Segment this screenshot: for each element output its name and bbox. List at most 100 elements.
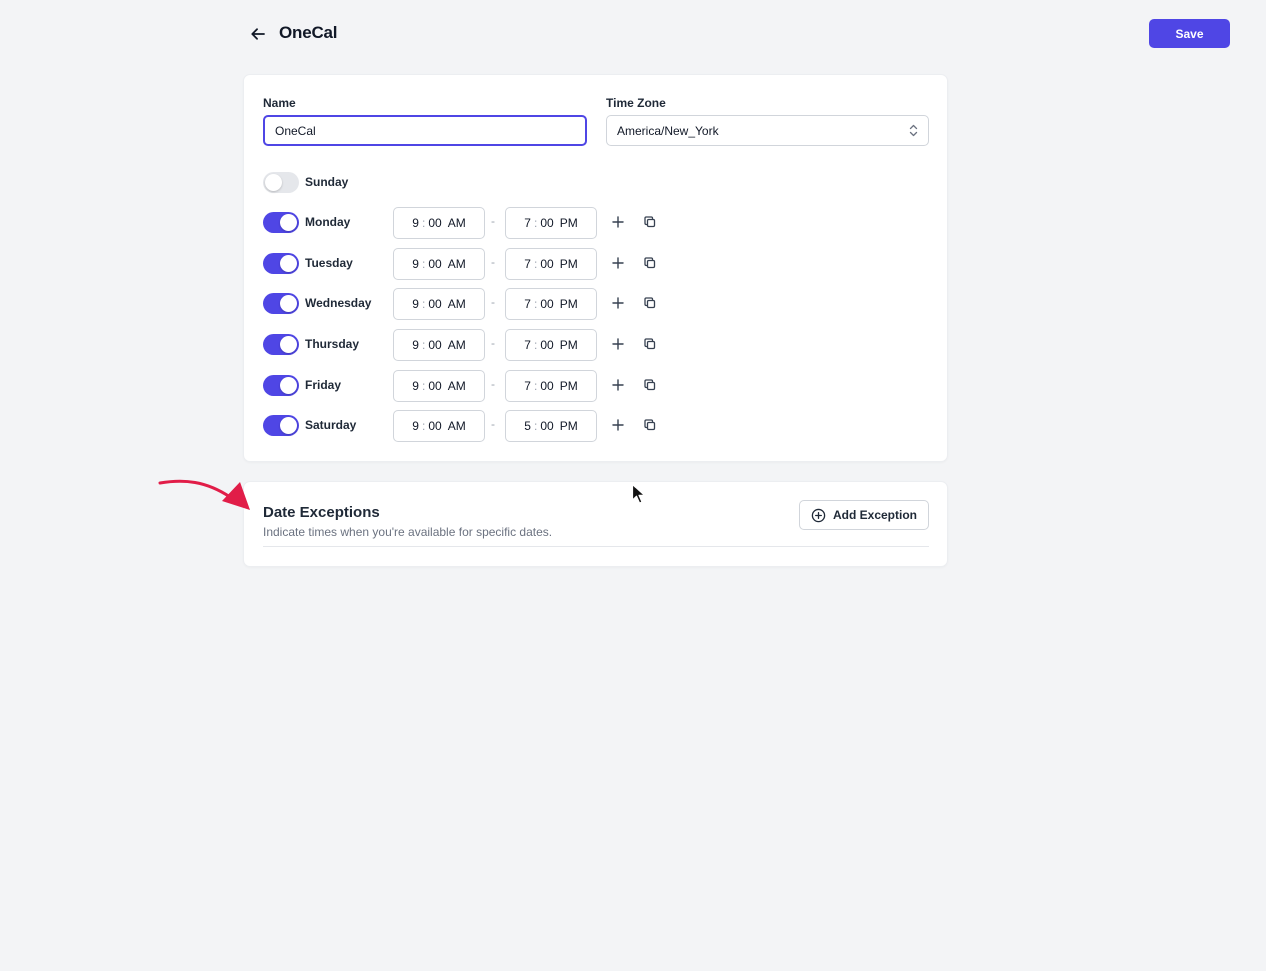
plus-circle-icon (811, 508, 826, 522)
minute-field[interactable]: 00 (428, 379, 441, 393)
period-field[interactable]: PM (560, 419, 578, 433)
day-toggle[interactable] (263, 253, 299, 274)
period-field[interactable]: PM (560, 379, 578, 393)
day-row-sunday: Sunday (263, 167, 683, 199)
copy-slot-button[interactable] (642, 255, 658, 271)
hour-field[interactable]: 9 (412, 216, 419, 230)
hour-field[interactable]: 9 (412, 379, 419, 393)
copy-icon (644, 338, 656, 350)
minute-field[interactable]: 00 (428, 338, 441, 352)
hour-field[interactable]: 7 (524, 216, 531, 230)
period-field[interactable]: AM (448, 297, 466, 311)
copy-icon (644, 216, 656, 228)
period-field[interactable]: PM (560, 257, 578, 271)
add-exception-label: Add Exception (832, 508, 917, 522)
start-time-input[interactable]: 9 : 00 AM (393, 288, 485, 320)
hour-field[interactable]: 9 (412, 338, 419, 352)
day-toggle[interactable] (263, 415, 299, 436)
plus-icon (612, 297, 624, 309)
copy-slot-button[interactable] (642, 377, 658, 393)
start-time-input[interactable]: 9 : 00 AM (393, 207, 485, 239)
minute-field[interactable]: 00 (540, 216, 553, 230)
minute-field[interactable]: 00 (428, 419, 441, 433)
toggle-knob (265, 174, 282, 191)
hour-field[interactable]: 7 (524, 257, 531, 271)
range-separator: - (491, 255, 495, 269)
add-slot-button[interactable] (610, 377, 626, 393)
minute-field[interactable]: 00 (540, 338, 553, 352)
copy-icon (644, 297, 656, 309)
minute-field[interactable]: 00 (540, 257, 553, 271)
period-field[interactable]: PM (560, 216, 578, 230)
day-toggle[interactable] (263, 334, 299, 355)
date-exceptions-subtitle: Indicate times when you're available for… (263, 525, 553, 539)
period-field[interactable]: PM (560, 338, 578, 352)
end-time-input[interactable]: 7 : 00 PM (505, 207, 597, 239)
end-time-input[interactable]: 7 : 00 PM (505, 288, 597, 320)
schedule-card: Name Time Zone America/New_York Sunday M… (243, 74, 948, 462)
end-time-input[interactable]: 7 : 00 PM (505, 370, 597, 402)
day-row-wednesday: Wednesday 9 : 00 AM - 7 : 00 PM (263, 288, 683, 320)
period-field[interactable]: AM (448, 338, 466, 352)
date-exceptions-card: Date Exceptions Indicate times when you'… (243, 481, 948, 567)
copy-slot-button[interactable] (642, 336, 658, 352)
minute-field[interactable]: 00 (428, 297, 441, 311)
period-field[interactable]: PM (560, 297, 578, 311)
hour-field[interactable]: 5 (524, 419, 531, 433)
start-time-input[interactable]: 9 : 00 AM (393, 370, 485, 402)
day-row-thursday: Thursday 9 : 00 AM - 7 : 00 PM (263, 329, 683, 361)
day-toggle[interactable] (263, 212, 299, 233)
start-time-input[interactable]: 9 : 00 AM (393, 410, 485, 442)
back-button[interactable] (248, 24, 268, 44)
divider (263, 546, 929, 547)
end-time-input[interactable]: 7 : 00 PM (505, 329, 597, 361)
hour-field[interactable]: 9 (412, 257, 419, 271)
hour-field[interactable]: 7 (524, 338, 531, 352)
start-time-input[interactable]: 9 : 00 AM (393, 248, 485, 280)
add-exception-button[interactable]: Add Exception (799, 500, 929, 530)
date-exceptions-title: Date Exceptions (263, 504, 380, 521)
end-time-input[interactable]: 7 : 00 PM (505, 248, 597, 280)
day-name: Wednesday (305, 296, 372, 310)
hour-field[interactable]: 7 (524, 297, 531, 311)
day-name: Tuesday (305, 256, 353, 270)
toggle-knob (280, 377, 297, 394)
toggle-knob (280, 255, 297, 272)
period-field[interactable]: AM (448, 257, 466, 271)
plus-icon (612, 379, 624, 391)
name-label: Name (263, 96, 296, 110)
period-field[interactable]: AM (448, 379, 466, 393)
time-separator: : (533, 257, 538, 271)
minute-field[interactable]: 00 (428, 257, 441, 271)
start-time-input[interactable]: 9 : 00 AM (393, 329, 485, 361)
save-button[interactable]: Save (1149, 19, 1230, 48)
add-slot-button[interactable] (610, 255, 626, 271)
range-separator: - (491, 214, 495, 228)
add-slot-button[interactable] (610, 214, 626, 230)
add-slot-button[interactable] (610, 295, 626, 311)
mouse-cursor-icon (631, 483, 646, 504)
range-separator: - (491, 295, 495, 309)
minute-field[interactable]: 00 (540, 379, 553, 393)
period-field[interactable]: AM (448, 216, 466, 230)
day-toggle[interactable] (263, 293, 299, 314)
copy-slot-button[interactable] (642, 417, 658, 433)
end-time-input[interactable]: 5 : 00 PM (505, 410, 597, 442)
copy-icon (644, 257, 656, 269)
day-toggle[interactable] (263, 375, 299, 396)
time-separator: : (421, 297, 426, 311)
hour-field[interactable]: 9 (412, 297, 419, 311)
copy-slot-button[interactable] (642, 295, 658, 311)
name-input[interactable] (263, 115, 587, 146)
add-slot-button[interactable] (610, 417, 626, 433)
day-toggle[interactable] (263, 172, 299, 193)
minute-field[interactable]: 00 (428, 216, 441, 230)
minute-field[interactable]: 00 (540, 297, 553, 311)
period-field[interactable]: AM (448, 419, 466, 433)
copy-slot-button[interactable] (642, 214, 658, 230)
add-slot-button[interactable] (610, 336, 626, 352)
hour-field[interactable]: 7 (524, 379, 531, 393)
minute-field[interactable]: 00 (540, 419, 553, 433)
timezone-select[interactable]: America/New_York (606, 115, 929, 146)
hour-field[interactable]: 9 (412, 419, 419, 433)
